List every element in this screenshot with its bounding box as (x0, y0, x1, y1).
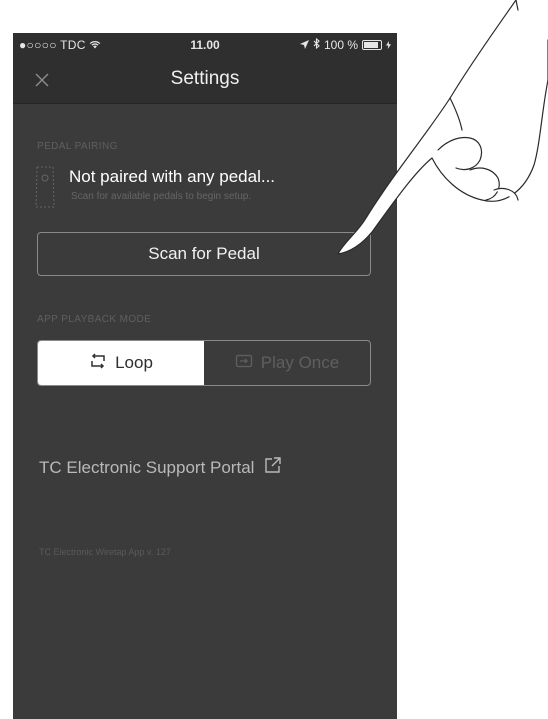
play-once-icon (235, 353, 253, 374)
play-once-label: Play Once (260, 353, 340, 372)
external-link-icon (264, 456, 282, 479)
pedal-icon (33, 164, 57, 210)
bluetooth-icon (313, 37, 320, 52)
screenshot-canvas: ●○○○○ TDC 11.00 100 % Settings PEDAL PAI… (0, 0, 548, 719)
loop-icon (89, 352, 107, 374)
play-once-option[interactable]: Play Once (204, 341, 370, 385)
loop-option[interactable]: Loop (38, 341, 204, 385)
loop-label: Loop (115, 353, 153, 372)
support-portal-label: TC Electronic Support Portal (39, 457, 255, 477)
pedal-pairing-section-label: PEDAL PAIRING (37, 141, 118, 152)
pairing-status-title: Not paired with any pedal... (69, 167, 276, 186)
playback-mode-segmented-control: Loop Play Once (37, 340, 371, 386)
location-arrow-icon (299, 38, 309, 52)
support-portal-link[interactable]: TC Electronic Support Portal (39, 456, 282, 479)
app-version: TC Electronic Wiretap App v. 127 (39, 547, 171, 557)
pointing-hand-illustration (337, 0, 548, 255)
playback-mode-section-label: APP PLAYBACK MODE (37, 314, 152, 325)
pairing-status-subtitle: Scan for available pedals to begin setup… (71, 191, 252, 202)
